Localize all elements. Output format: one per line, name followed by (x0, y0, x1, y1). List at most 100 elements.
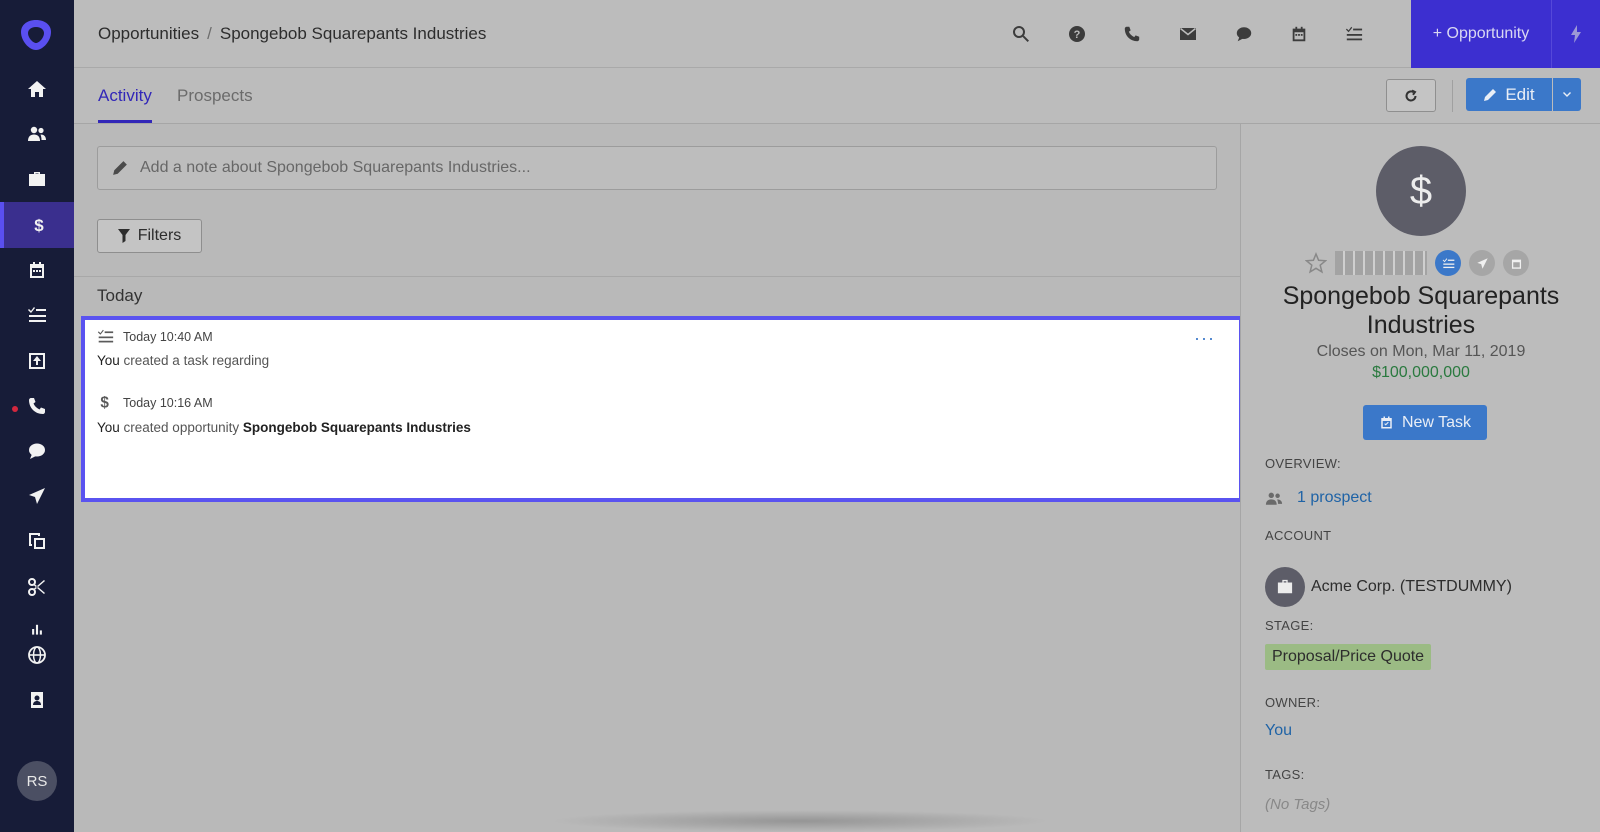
close-date: Closes on Mon, Mar 11, 2019 (1316, 343, 1526, 360)
breadcrumb-separator: / (207, 24, 212, 43)
activity-object-link[interactable]: Spongebob Squarepants Industries (243, 420, 471, 435)
activity-header: $ Today 10:16 AM (97, 394, 213, 411)
nav-calendar[interactable] (0, 247, 74, 293)
activity-time: Today 10:40 AM (123, 329, 213, 344)
nav-tasks[interactable] (0, 292, 74, 338)
phone-icon (1124, 26, 1140, 42)
opportunity-details-panel: $ Spongebob Squarepants Industries Close… (1240, 124, 1600, 832)
stage-badge[interactable]: Proposal/Price Quote (1265, 644, 1432, 670)
breadcrumb-parent[interactable]: Opportunities (98, 24, 199, 44)
activity-time: Today 10:16 AM (123, 395, 213, 410)
task-list-icon (1442, 257, 1454, 268)
calendar-badge[interactable] (1503, 250, 1529, 276)
quick-actions-button[interactable] (1551, 0, 1600, 68)
opportunity-avatar: $ (1376, 146, 1466, 236)
svg-text:?: ? (1074, 29, 1081, 41)
edit-button[interactable]: Edit (1466, 78, 1552, 111)
pencil-icon (113, 161, 127, 175)
task-list-icon (1345, 26, 1363, 41)
nav-import[interactable] (0, 338, 74, 384)
activity-description: You created opportunity Spongebob Square… (97, 420, 471, 435)
toolbar-divider (1452, 80, 1453, 112)
nav-contacts[interactable] (0, 677, 74, 723)
owner-link[interactable]: You (1265, 722, 1292, 740)
chat-icon (29, 443, 45, 459)
refresh-button[interactable] (1386, 79, 1436, 112)
help-icon: ? (1069, 26, 1085, 42)
add-opportunity-button[interactable]: + Opportunity (1411, 0, 1551, 68)
pencil-icon (1484, 88, 1497, 101)
nav-chat[interactable] (0, 428, 74, 474)
briefcase-icon (29, 172, 45, 186)
search-button[interactable] (1009, 22, 1033, 46)
tab-prospects[interactable]: Prospects (177, 86, 253, 120)
tags-value[interactable]: (No Tags) (1265, 796, 1330, 813)
dollar-icon: $ (34, 216, 44, 235)
account-label: ACCOUNT (1265, 528, 1332, 543)
activity-text: created a task regarding (119, 353, 270, 368)
owner-label: OWNER: (1265, 695, 1321, 710)
top-bar: Opportunities / Spongebob Squarepants In… (74, 0, 1600, 68)
account-avatar (1265, 567, 1305, 607)
svg-text:$: $ (34, 216, 44, 235)
mail-icon (1180, 27, 1196, 40)
nav-home[interactable] (0, 66, 74, 112)
edit-button-label: Edit (1505, 84, 1535, 104)
people-icon (28, 126, 46, 141)
nav-opportunities[interactable]: $ (0, 202, 74, 248)
user-avatar[interactable]: RS (17, 761, 57, 801)
tags-label: TAGS: (1265, 767, 1305, 782)
nav-calls[interactable] (0, 383, 74, 429)
note-placeholder: Add a note about Spongebob Squarepants I… (140, 159, 531, 176)
help-button[interactable]: ? (1065, 22, 1089, 46)
breadcrumb-current: Spongebob Squarepants Industries (219, 24, 487, 43)
tab-activity[interactable]: Activity (98, 86, 152, 123)
nav-sequences[interactable] (0, 473, 74, 519)
new-task-button[interactable]: New Task (1363, 405, 1487, 440)
activity-group: Today 10:40 AM You created a task regard… (81, 316, 1243, 502)
phone-button[interactable] (1120, 22, 1144, 46)
day-label: Today (97, 286, 143, 305)
activity-actor: You (97, 420, 120, 435)
nav-snippets[interactable] (0, 564, 74, 610)
calendar-check-icon (1381, 416, 1392, 429)
nav-web[interactable] (0, 632, 74, 678)
task-badge[interactable] (1435, 250, 1461, 276)
app-logo-icon[interactable] (18, 17, 54, 53)
opportunity-amount: $100,000,000 (1372, 364, 1470, 381)
task-list-icon (97, 329, 114, 343)
upload-icon (29, 353, 45, 369)
more-options-button[interactable]: ··· (1194, 328, 1215, 349)
briefcase-icon (1277, 579, 1293, 594)
chevron-down-icon (1563, 91, 1571, 97)
scissors-icon (28, 578, 45, 596)
edit-dropdown-button[interactable] (1553, 78, 1581, 111)
tasks-button[interactable] (1342, 22, 1366, 46)
people-icon (1265, 492, 1283, 505)
sequence-badge[interactable] (1469, 250, 1495, 276)
filters-label: Filters (137, 227, 182, 244)
calendar-icon (30, 262, 44, 278)
opportunity-icon-strip (1305, 250, 1529, 276)
left-navigation: $ RS (0, 0, 74, 832)
nav-templates[interactable] (0, 518, 74, 564)
nav-people[interactable] (0, 111, 74, 157)
prospect-count: 1 prospect (1297, 489, 1372, 506)
filters-button[interactable]: Filters (97, 219, 202, 253)
prospect-count-link[interactable]: 1 prospect (1265, 489, 1372, 507)
contact-card-icon (31, 692, 43, 708)
calendar-button[interactable] (1287, 22, 1311, 46)
note-input[interactable]: Add a note about Spongebob Squarepants I… (97, 146, 1217, 190)
account-name: Acme Corp. (TESTDUMMY) (1311, 578, 1512, 595)
activity-actor: You (97, 353, 120, 368)
breadcrumb: Opportunities / Spongebob Squarepants In… (98, 24, 486, 44)
chat-button[interactable] (1232, 22, 1256, 46)
overview-label: OVERVIEW: (1265, 456, 1341, 471)
account-link[interactable]: Acme Corp. (TESTDUMMY) (1265, 567, 1512, 607)
star-icon[interactable] (1305, 252, 1327, 274)
new-task-label: New Task (1401, 413, 1472, 431)
copy-icon (29, 533, 45, 549)
nav-accounts[interactable] (0, 156, 74, 202)
mail-button[interactable] (1176, 22, 1200, 46)
calendar-icon (1292, 26, 1306, 42)
